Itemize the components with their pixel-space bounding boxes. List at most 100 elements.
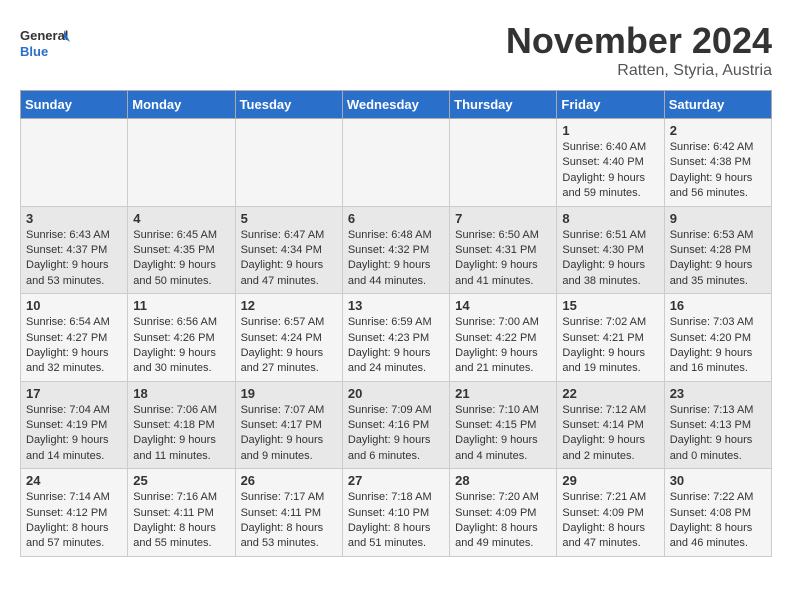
day-detail: Sunset: 4:31 PM	[455, 244, 536, 256]
day-info: Sunrise: 7:21 AMSunset: 4:09 PMDaylight:…	[562, 490, 658, 552]
day-detail: Sunrise: 6:54 AM	[26, 316, 110, 328]
weekday-header-sunday: Sunday	[21, 91, 128, 119]
day-detail: Sunset: 4:13 PM	[670, 419, 751, 431]
day-detail: Sunrise: 6:42 AM	[670, 141, 754, 153]
day-info: Sunrise: 7:09 AMSunset: 4:16 PMDaylight:…	[348, 403, 444, 465]
calendar-cell-2-6: 16Sunrise: 7:03 AMSunset: 4:20 PMDayligh…	[664, 294, 771, 382]
day-info: Sunrise: 6:40 AMSunset: 4:40 PMDaylight:…	[562, 140, 658, 202]
calendar-cell-3-2: 19Sunrise: 7:07 AMSunset: 4:17 PMDayligh…	[235, 381, 342, 469]
calendar-cell-3-4: 21Sunrise: 7:10 AMSunset: 4:15 PMDayligh…	[450, 381, 557, 469]
header: General Blue November 2024 Ratten, Styri…	[20, 20, 772, 80]
day-detail: Sunset: 4:26 PM	[133, 332, 214, 344]
calendar-table: SundayMondayTuesdayWednesdayThursdayFrid…	[20, 90, 772, 557]
calendar-cell-2-3: 13Sunrise: 6:59 AMSunset: 4:23 PMDayligh…	[342, 294, 449, 382]
weekday-header-friday: Friday	[557, 91, 664, 119]
weekday-header-thursday: Thursday	[450, 91, 557, 119]
calendar-cell-0-6: 2Sunrise: 6:42 AMSunset: 4:38 PMDaylight…	[664, 119, 771, 207]
calendar-cell-3-5: 22Sunrise: 7:12 AMSunset: 4:14 PMDayligh…	[557, 381, 664, 469]
day-detail: Daylight: 9 hours and 2 minutes.	[562, 434, 645, 461]
day-detail: Daylight: 9 hours and 21 minutes.	[455, 347, 538, 374]
calendar-cell-0-2	[235, 119, 342, 207]
week-row-5: 24Sunrise: 7:14 AMSunset: 4:12 PMDayligh…	[21, 469, 772, 557]
day-detail: Sunrise: 7:00 AM	[455, 316, 539, 328]
day-detail: Sunrise: 6:57 AM	[241, 316, 325, 328]
day-detail: Sunset: 4:11 PM	[241, 507, 322, 519]
day-info: Sunrise: 7:02 AMSunset: 4:21 PMDaylight:…	[562, 315, 658, 377]
day-detail: Daylight: 9 hours and 30 minutes.	[133, 347, 216, 374]
calendar-cell-1-5: 8Sunrise: 6:51 AMSunset: 4:30 PMDaylight…	[557, 206, 664, 294]
calendar-cell-0-0	[21, 119, 128, 207]
day-detail: Daylight: 9 hours and 19 minutes.	[562, 347, 645, 374]
day-detail: Sunrise: 7:17 AM	[241, 491, 325, 503]
day-detail: Sunrise: 7:06 AM	[133, 404, 217, 416]
day-number: 11	[133, 298, 229, 313]
day-detail: Daylight: 8 hours and 51 minutes.	[348, 522, 431, 549]
day-detail: Daylight: 9 hours and 56 minutes.	[670, 172, 753, 199]
day-detail: Sunset: 4:19 PM	[26, 419, 107, 431]
day-number: 22	[562, 386, 658, 401]
day-detail: Sunset: 4:23 PM	[348, 332, 429, 344]
day-detail: Daylight: 8 hours and 57 minutes.	[26, 522, 109, 549]
svg-text:General: General	[20, 28, 68, 43]
day-detail: Daylight: 8 hours and 46 minutes.	[670, 522, 753, 549]
day-detail: Sunrise: 7:03 AM	[670, 316, 754, 328]
day-detail: Sunrise: 7:16 AM	[133, 491, 217, 503]
logo-svg: General Blue	[20, 20, 70, 70]
day-detail: Sunrise: 6:45 AM	[133, 229, 217, 241]
day-detail: Sunset: 4:09 PM	[562, 507, 643, 519]
day-detail: Sunset: 4:21 PM	[562, 332, 643, 344]
day-detail: Sunset: 4:14 PM	[562, 419, 643, 431]
day-detail: Sunrise: 6:40 AM	[562, 141, 646, 153]
day-detail: Sunrise: 7:07 AM	[241, 404, 325, 416]
day-info: Sunrise: 6:53 AMSunset: 4:28 PMDaylight:…	[670, 228, 766, 290]
calendar-cell-4-0: 24Sunrise: 7:14 AMSunset: 4:12 PMDayligh…	[21, 469, 128, 557]
day-detail: Sunrise: 7:10 AM	[455, 404, 539, 416]
day-info: Sunrise: 7:14 AMSunset: 4:12 PMDaylight:…	[26, 490, 122, 552]
day-number: 14	[455, 298, 551, 313]
day-detail: Daylight: 8 hours and 49 minutes.	[455, 522, 538, 549]
day-detail: Daylight: 8 hours and 55 minutes.	[133, 522, 216, 549]
day-detail: Daylight: 9 hours and 44 minutes.	[348, 259, 431, 286]
day-detail: Sunset: 4:20 PM	[670, 332, 751, 344]
day-detail: Sunset: 4:38 PM	[670, 156, 751, 168]
day-detail: Sunset: 4:15 PM	[455, 419, 536, 431]
day-detail: Daylight: 9 hours and 9 minutes.	[241, 434, 324, 461]
day-info: Sunrise: 7:20 AMSunset: 4:09 PMDaylight:…	[455, 490, 551, 552]
day-number: 15	[562, 298, 658, 313]
calendar-cell-2-0: 10Sunrise: 6:54 AMSunset: 4:27 PMDayligh…	[21, 294, 128, 382]
day-detail: Sunset: 4:28 PM	[670, 244, 751, 256]
day-detail: Sunrise: 6:50 AM	[455, 229, 539, 241]
calendar-cell-2-2: 12Sunrise: 6:57 AMSunset: 4:24 PMDayligh…	[235, 294, 342, 382]
day-detail: Daylight: 9 hours and 6 minutes.	[348, 434, 431, 461]
day-detail: Sunset: 4:08 PM	[670, 507, 751, 519]
week-row-1: 1Sunrise: 6:40 AMSunset: 4:40 PMDaylight…	[21, 119, 772, 207]
day-info: Sunrise: 7:07 AMSunset: 4:17 PMDaylight:…	[241, 403, 337, 465]
day-info: Sunrise: 6:57 AMSunset: 4:24 PMDaylight:…	[241, 315, 337, 377]
day-detail: Daylight: 8 hours and 53 minutes.	[241, 522, 324, 549]
day-detail: Sunset: 4:11 PM	[133, 507, 214, 519]
calendar-cell-0-3	[342, 119, 449, 207]
day-info: Sunrise: 6:42 AM Sunset: 4:38 PM Daylight:…	[670, 140, 766, 202]
day-detail: Daylight: 9 hours and 32 minutes.	[26, 347, 109, 374]
weekday-header-saturday: Saturday	[664, 91, 771, 119]
day-detail: Sunset: 4:34 PM	[241, 244, 322, 256]
calendar-cell-0-4	[450, 119, 557, 207]
day-detail: Daylight: 9 hours and 14 minutes.	[26, 434, 109, 461]
calendar-cell-2-5: 15 Sunrise: 7:02 AMSunset: 4:21 PMDayligh…	[557, 294, 664, 382]
day-info: Sunrise: 7:10 AMSunset: 4:15 PMDaylight:…	[455, 403, 551, 465]
calendar-cell-1-4: 7Sunrise: 6:50 AMSunset: 4:31 PMDaylight…	[450, 206, 557, 294]
calendar-cell-3-6: 23Sunrise: 7:13 AMSunset: 4:13 PMDayligh…	[664, 381, 771, 469]
week-row-2: 3Sunrise: 6:43 AMSunset: 4:37 PMDaylight…	[21, 206, 772, 294]
calendar-cell-1-1: 4Sunrise: 6:45 AMSunset: 4:35 PMDaylight…	[128, 206, 235, 294]
day-detail: Sunset: 4:24 PM	[241, 332, 322, 344]
day-detail: Sunset: 4:27 PM	[26, 332, 107, 344]
day-number: 27	[348, 473, 444, 488]
calendar-cell-2-4: 14 Sunrise: 7:00 AM Sunset: 4:22 PM Dayligh…	[450, 294, 557, 382]
day-detail: Daylight: 9 hours and 24 minutes.	[348, 347, 431, 374]
week-row-4: 17Sunrise: 7:04 AMSunset: 4:19 PMDayligh…	[21, 381, 772, 469]
day-number: 7	[455, 211, 551, 226]
day-detail: Sunset: 4:37 PM	[26, 244, 107, 256]
day-detail: Daylight: 9 hours and 50 minutes.	[133, 259, 216, 286]
calendar-cell-4-3: 27Sunrise: 7:18 AMSunset: 4:10 PMDayligh…	[342, 469, 449, 557]
day-detail: Sunset: 4:22 PM	[455, 332, 536, 344]
